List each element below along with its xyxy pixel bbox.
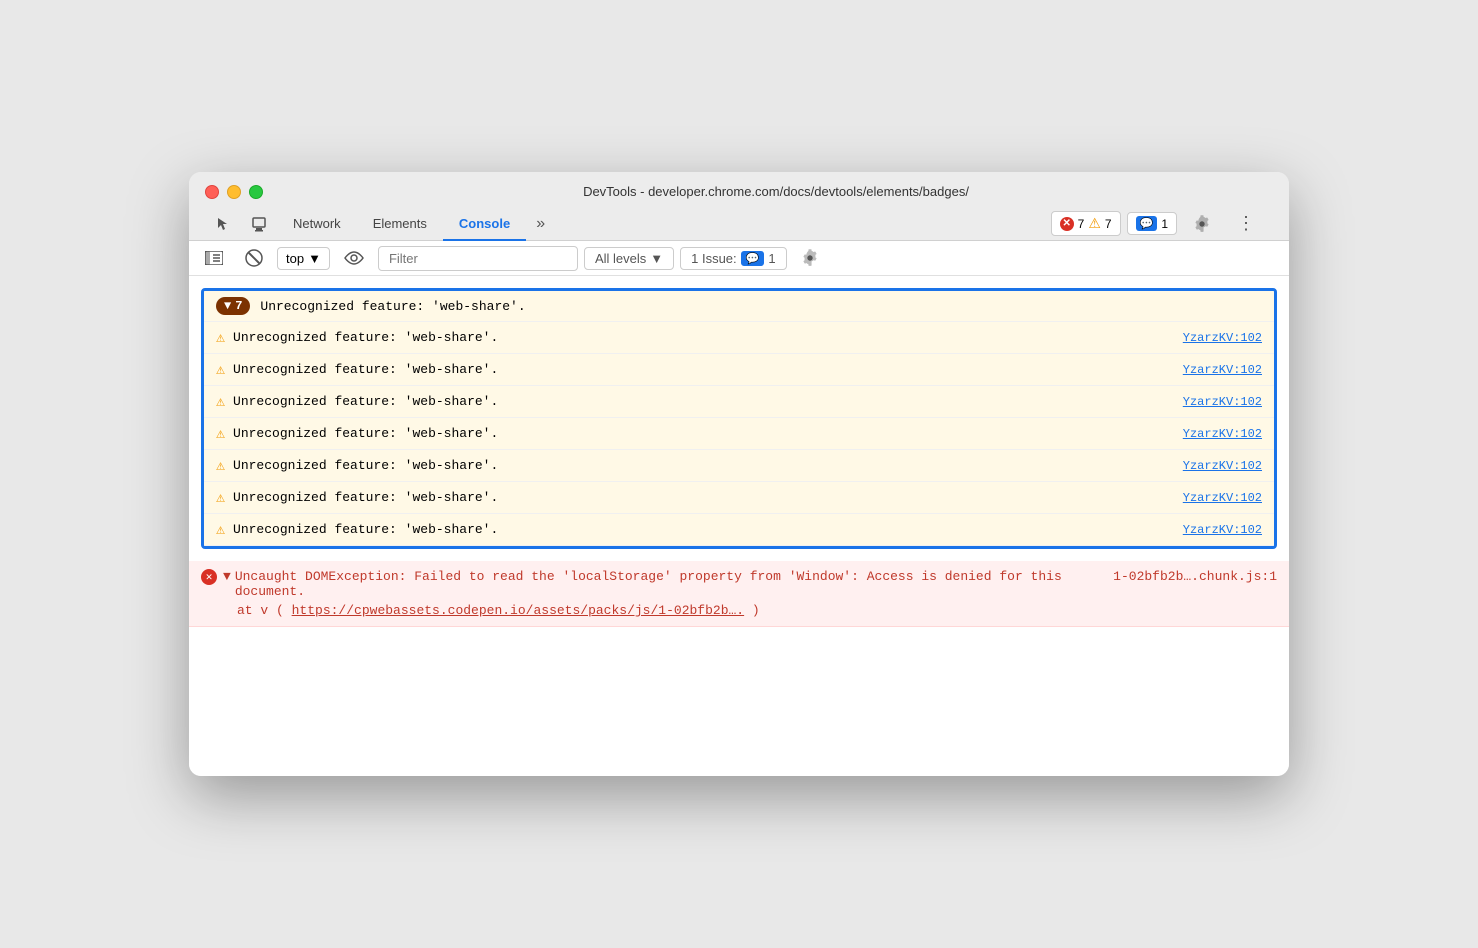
source-link-6[interactable]: YzarzKV:102 [1183,491,1262,505]
warning-icon-1: ⚠ [216,328,225,347]
warning-row-6[interactable]: ⚠ Unrecognized feature: 'web-share'. Yza… [204,482,1274,514]
warning-text-1: Unrecognized feature: 'web-share'. [233,330,498,345]
warning-row-5[interactable]: ⚠ Unrecognized feature: 'web-share'. Yza… [204,450,1274,482]
warning-icon-2: ⚠ [216,360,225,379]
warning-row-2[interactable]: ⚠ Unrecognized feature: 'web-share'. Yza… [204,354,1274,386]
log-levels-button[interactable]: All levels ▼ [584,247,674,270]
group-count: 7 [235,299,242,313]
cursor-icon[interactable] [205,210,241,238]
source-link-1[interactable]: YzarzKV:102 [1183,331,1262,345]
warning-text-3: Unrecognized feature: 'web-share'. [233,394,498,409]
inspect-icon[interactable] [241,210,277,238]
error-source-link[interactable]: 1-02bfb2b….chunk.js:1 [1113,569,1277,584]
context-selector[interactable]: top ▼ [277,247,330,270]
chat-icon: 💬 [1136,216,1158,231]
warning-text-2: Unrecognized feature: 'web-share'. [233,362,498,377]
close-button[interactable] [205,185,219,199]
source-link-2[interactable]: YzarzKV:102 [1183,363,1262,377]
warning-icon-6: ⚠ [216,488,225,507]
error-circle-icon: ✕ [201,569,217,585]
issue-label: 1 Issue: [691,251,737,266]
warning-text-5: Unrecognized feature: 'web-share'. [233,458,498,473]
window-title: DevTools - developer.chrome.com/docs/dev… [279,184,1273,199]
warning-row-1[interactable]: ⚠ Unrecognized feature: 'web-share'. Yza… [204,322,1274,354]
warning-row-3[interactable]: ⚠ Unrecognized feature: 'web-share'. Yza… [204,386,1274,418]
filter-input[interactable] [378,246,578,271]
group-header-row[interactable]: ▼ 7 Unrecognized feature: 'web-share'. [204,291,1274,322]
expand-triangle: ▼ [224,299,231,313]
console-warning-group: ▼ 7 Unrecognized feature: 'web-share'. ⚠… [201,288,1277,549]
warning-icon-7: ⚠ [216,520,225,539]
warning-text-7: Unrecognized feature: 'web-share'. [233,522,498,537]
warning-icon-5: ⚠ [216,456,225,475]
levels-dropdown-arrow: ▼ [650,251,663,266]
eye-icon[interactable] [336,247,372,269]
warning-icon-3: ⚠ [216,392,225,411]
traffic-lights [205,185,263,199]
devtools-window: DevTools - developer.chrome.com/docs/dev… [189,172,1289,776]
badge-group: ✕ 7 ⚠ 7 💬 1 ⋮ [1051,207,1265,240]
all-levels-label: All levels [595,251,646,266]
group-count-badge: ▼ 7 [216,297,250,315]
warning-triangle-icon: ⚠ [1088,215,1101,232]
error-count: 7 [1078,217,1085,231]
error-stack-text: at v ( [237,603,284,618]
more-options-icon[interactable]: ⋮ [1227,207,1265,240]
issue-badge[interactable]: 1 Issue: 💬 1 [680,247,786,270]
chat-count: 1 [1161,217,1168,231]
console-settings-icon[interactable] [793,245,827,271]
settings-icon[interactable] [1183,209,1221,239]
warning-icon-4: ⚠ [216,424,225,443]
error-icon: ✕ [1060,217,1074,231]
more-tabs-button[interactable]: » [526,209,555,239]
warning-row-7[interactable]: ⚠ Unrecognized feature: 'web-share'. Yza… [204,514,1274,546]
dropdown-arrow: ▼ [308,251,321,266]
titlebar: DevTools - developer.chrome.com/docs/dev… [189,172,1289,241]
source-link-7[interactable]: YzarzKV:102 [1183,523,1262,537]
tab-network[interactable]: Network [277,208,357,241]
group-header-text: Unrecognized feature: 'web-share'. [260,299,525,314]
console-content: ▼ 7 Unrecognized feature: 'web-share'. ⚠… [189,276,1289,776]
error-row[interactable]: ✕ ▼ Uncaught DOMException: Failed to rea… [189,561,1289,627]
tab-console[interactable]: Console [443,208,526,241]
warning-text-4: Unrecognized feature: 'web-share'. [233,426,498,441]
warning-row-4[interactable]: ⚠ Unrecognized feature: 'web-share'. Yza… [204,418,1274,450]
devtools-tabbar: Network Elements Console » ✕ 7 ⚠ 7 💬 1 [205,207,1273,240]
maximize-button[interactable] [249,185,263,199]
issue-chat-icon: 💬 [741,251,765,266]
warning-count: 7 [1105,217,1112,231]
console-toolbar: top ▼ All levels ▼ 1 Issue: 💬 1 [189,241,1289,276]
source-link-3[interactable]: YzarzKV:102 [1183,395,1262,409]
error-more-text: ) [752,603,760,618]
top-label: top [286,251,304,266]
error-expand-arrow: ▼ [223,569,231,584]
source-link-5[interactable]: YzarzKV:102 [1183,459,1262,473]
clear-console-button[interactable] [237,245,271,271]
error-stack-url[interactable]: https://cpwebassets.codepen.io/assets/pa… [292,603,744,618]
chat-badge[interactable]: 💬 1 [1127,212,1177,235]
sidebar-toggle-button[interactable] [197,247,231,269]
minimize-button[interactable] [227,185,241,199]
source-link-4[interactable]: YzarzKV:102 [1183,427,1262,441]
error-main-text: Uncaught DOMException: Failed to read th… [235,569,1062,599]
warning-text-6: Unrecognized feature: 'web-share'. [233,490,498,505]
error-badge[interactable]: ✕ 7 ⚠ 7 [1051,211,1121,236]
tab-elements[interactable]: Elements [357,208,443,241]
issue-count: 1 [768,251,775,266]
